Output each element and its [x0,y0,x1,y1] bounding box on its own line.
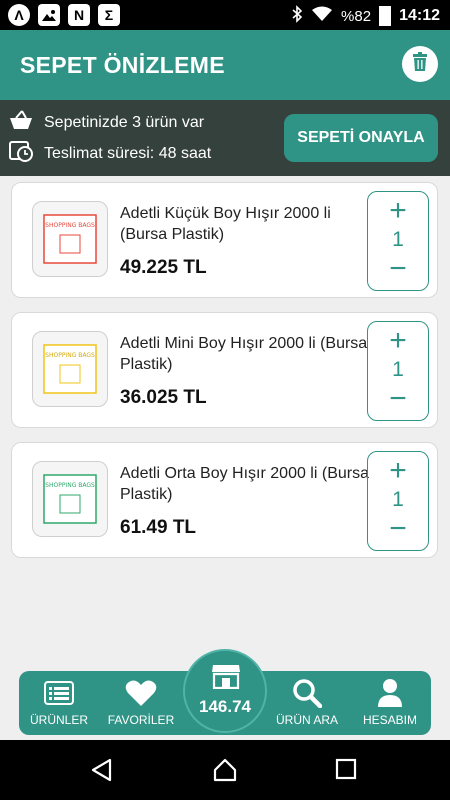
heart-icon [101,677,181,709]
product-name: Adetli Küçük Boy Hışır 2000 li (Bursa Pl… [120,205,331,243]
product-image: SHOPPING BAGS [32,461,108,537]
cart-total-button[interactable]: 146.74 [183,649,267,733]
app-notification-icon: Λ [8,4,30,26]
cart-total: 146.74 [199,697,251,716]
sigma-app-notification-icon: Σ [98,4,120,26]
item-count-row: Sepetinizde 3 ürün var [8,109,204,136]
user-icon [350,677,430,709]
decrease-quantity-button[interactable]: − [368,514,428,544]
n-app-notification-icon: N [68,4,90,26]
search-icon [267,677,347,709]
cart-item[interactable]: SHOPPING BAGS Adetli Mini Boy Hışır 2000… [11,312,438,428]
app-header: SEPET ÖNİZLEME [0,30,450,100]
clear-cart-button[interactable] [402,46,438,82]
quantity-value: 1 [392,488,404,511]
product-image: SHOPPING BAGS [32,331,108,407]
item-count-text: Sepetinizde 3 ürün var [44,113,205,131]
delivery-time-text: Teslimat süresi: 48 saat [44,144,212,162]
svg-text:SHOPPING BAGS: SHOPPING BAGS [45,222,95,229]
page-title: SEPET ÖNİZLEME [20,52,225,78]
quantity-stepper: + 1 − [367,321,429,421]
nav-favorites[interactable]: FAVORİLER [101,677,181,727]
trash-icon [411,51,429,77]
product-price: 61.49 TL [120,517,197,538]
battery-level: %82 [341,7,372,25]
basket-icon [8,109,34,136]
nav-label: ÜRÜNLER [29,713,88,727]
nav-label: ÜRÜN ARA [275,713,338,727]
decrease-quantity-button[interactable]: − [368,384,428,414]
cart-item[interactable]: SHOPPING BAGS Adetli Orta Boy Hışır 2000… [11,442,438,558]
increase-quantity-button[interactable]: + [368,456,428,486]
product-name: Adetli Mini Boy Hışır 2000 li (Bursa Pla… [120,335,368,373]
clock: 14:12 [399,7,440,24]
clock-icon [8,139,34,168]
home-icon[interactable] [213,758,237,787]
status-bar: Λ N Σ %82 14:12 [0,0,450,30]
nav-account[interactable]: HESABIM [350,677,430,727]
product-image: SHOPPING BAGS [32,201,108,277]
svg-text:SHOPPING BAGS: SHOPPING BAGS [45,352,95,359]
product-name: Adetli Orta Boy Hışır 2000 li (Bursa Pla… [120,465,369,503]
increase-quantity-button[interactable]: + [368,196,428,226]
quantity-value: 1 [392,358,404,381]
nav-label: FAVORİLER [107,713,175,727]
wifi-icon [311,6,333,26]
bluetooth-icon [291,5,303,27]
nav-search[interactable]: ÜRÜN ARA [267,677,347,727]
increase-quantity-button[interactable]: + [368,326,428,356]
decrease-quantity-button[interactable]: − [368,254,428,284]
nav-products[interactable]: ÜRÜNLER [19,677,99,727]
svg-text:SHOPPING BAGS: SHOPPING BAGS [45,482,95,489]
cart-info-bar: Sepetinizde 3 ürün var Teslimat süresi: … [0,100,450,176]
system-navigation-bar [0,740,450,800]
quantity-stepper: + 1 − [367,191,429,291]
delivery-row: Teslimat süresi: 48 saat [8,139,211,168]
recent-apps-icon[interactable] [335,758,357,785]
list-icon [19,677,99,709]
image-notification-icon [38,4,60,26]
quantity-value: 1 [392,228,404,251]
product-price: 49.225 TL [120,257,207,278]
nav-label: HESABIM [362,713,417,727]
quantity-stepper: + 1 − [367,451,429,551]
battery-icon [379,6,392,26]
store-icon [211,663,241,694]
product-price: 36.025 TL [120,387,207,408]
cart-item[interactable]: SHOPPING BAGS Adetli Küçük Boy Hışır 200… [11,182,438,298]
back-icon[interactable] [90,758,112,787]
confirm-cart-button[interactable]: SEPETİ ONAYLA [284,114,438,162]
